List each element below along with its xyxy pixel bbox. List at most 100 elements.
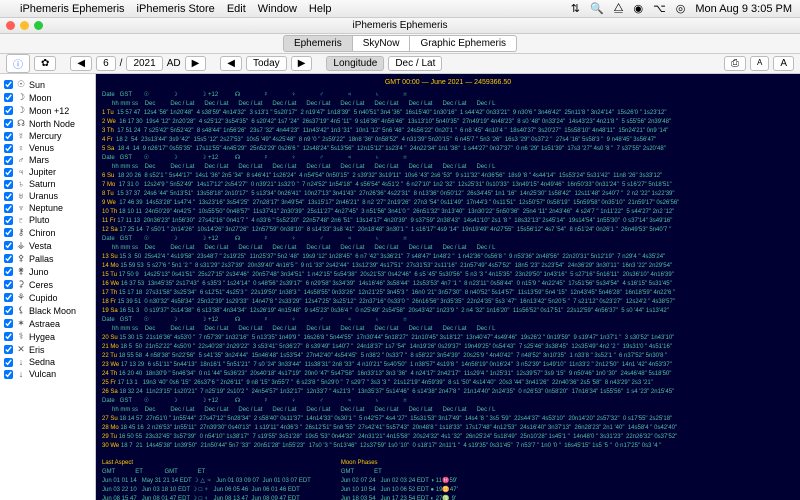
text-larger-button[interactable]: A xyxy=(773,56,794,71)
body-symbol-icon: ♅ xyxy=(16,191,26,201)
tab-graphic-ephemeris[interactable]: Graphic Ephemeris xyxy=(410,35,517,52)
ephemeris-row: 17 Th 15 17 18 27s31'58" 3s25'34" 6 s12'… xyxy=(102,289,794,298)
body-checkbox[interactable] xyxy=(4,132,13,141)
sidebar-item-cupido[interactable]: ⚘Cupido xyxy=(2,291,93,304)
clock[interactable]: Mon Aug 9 3:05 PM xyxy=(695,3,792,15)
sidebar-item-neptune[interactable]: ♆Neptune xyxy=(2,202,93,214)
ephemeris-row: 26 Sa 18 32 24 11n23'15" 1s20'21" 7 n25'… xyxy=(102,388,794,397)
menu-help[interactable]: Help xyxy=(309,3,332,15)
body-checkbox[interactable] xyxy=(4,370,13,379)
ephemeris-row: 24 Th 16 20 40 18n30'9 " 5n46'34" 0 n1 '… xyxy=(102,370,794,379)
body-checkbox[interactable] xyxy=(4,332,13,341)
body-checkbox[interactable] xyxy=(4,280,13,289)
sidebar-item-north-node[interactable]: ☊North Node xyxy=(2,117,93,130)
sidebar-item-ceres[interactable]: ⚳Ceres xyxy=(2,278,93,291)
text-smaller-button[interactable]: A xyxy=(750,56,769,71)
next-month-button[interactable]: ▶ xyxy=(185,56,207,71)
print-button[interactable]: ⎙ xyxy=(724,56,746,71)
sidebar-item-sun[interactable]: ☉Sun xyxy=(2,78,93,91)
body-checkbox[interactable] xyxy=(4,293,13,302)
dropbox-icon[interactable]: ⇅ xyxy=(571,2,580,15)
today-button[interactable]: Today xyxy=(246,56,287,71)
app-menu[interactable]: iPhemeris Ephemeris xyxy=(20,3,125,15)
sidebar-item-venus[interactable]: ♀Venus xyxy=(2,142,93,154)
body-checkbox[interactable] xyxy=(4,192,13,201)
body-checkbox[interactable] xyxy=(4,180,13,189)
sidebar-item-moon-12[interactable]: ☽Moon +12 xyxy=(2,104,93,117)
menu-edit[interactable]: Edit xyxy=(227,3,246,15)
wifi-icon[interactable]: ⧋ xyxy=(614,2,624,15)
control-center-icon[interactable]: ⌥ xyxy=(653,2,666,15)
body-checkbox[interactable] xyxy=(4,80,13,89)
body-checkbox[interactable] xyxy=(4,241,13,250)
moon-phases-section-row: Jun 18 03 54 Jun 17 23 54 EDT ◐ 27♍ 9' xyxy=(341,495,586,500)
spotlight-icon[interactable]: 🔍 xyxy=(590,2,604,15)
moon-phases-section-row: Jun 10 10 54 Jun 10 06 52 EDT ● 19♊47' xyxy=(341,486,586,495)
sidebar-item-jupiter[interactable]: ♃Jupiter xyxy=(2,166,93,178)
body-label: Hygea xyxy=(29,332,55,342)
ephemeris-row: 9 We 17 46 39 14s53'28" 1s47'4 " 13s23'1… xyxy=(102,199,794,208)
mode-longitude[interactable]: Longitude xyxy=(326,56,384,71)
ephemeris-row: 25 Fr 17 13 1 19n3 '40" 0s6 '15" 26s37'6… xyxy=(102,379,794,388)
body-checkbox[interactable] xyxy=(4,156,13,165)
body-checkbox[interactable] xyxy=(4,106,13,115)
body-checkbox[interactable] xyxy=(4,119,13,128)
body-symbol-icon: ⚘ xyxy=(16,292,26,303)
body-checkbox[interactable] xyxy=(4,168,13,177)
body-checkbox[interactable] xyxy=(4,254,13,263)
menu-store[interactable]: iPhemeris Store xyxy=(137,3,215,15)
ephemeris-row: 22 Tu 18 55 58 4 n58'38" 5n22'56" 5 s41'… xyxy=(102,352,794,361)
traffic-lights[interactable] xyxy=(6,21,43,30)
body-checkbox[interactable] xyxy=(4,204,13,213)
body-symbol-icon: ✕ xyxy=(16,344,26,355)
sidebar-item-vesta[interactable]: ⚶Vesta xyxy=(2,239,93,252)
sidebar-item-moon[interactable]: ☽Moon xyxy=(2,91,93,104)
tab-skynow[interactable]: SkyNow xyxy=(353,35,411,52)
sidebar-item-saturn[interactable]: ♄Saturn xyxy=(2,178,93,190)
wifi-signal-icon[interactable]: ◉ xyxy=(633,2,643,15)
siri-icon[interactable]: ◎ xyxy=(676,2,686,15)
sidebar-item-eris[interactable]: ✕Eris xyxy=(2,343,93,356)
body-symbol-icon: ☉ xyxy=(16,79,26,90)
today-prev-button[interactable]: ◀ xyxy=(220,56,242,71)
ephemeris-row: 2 We 16 17 30 19s4 '12" 2n20'28" 4 s25'1… xyxy=(102,118,794,127)
sidebar-item-pluto[interactable]: ♇Pluto xyxy=(2,214,93,226)
sidebar-item-pallas[interactable]: ⚴Pallas xyxy=(2,252,93,265)
body-checkbox[interactable] xyxy=(4,319,13,328)
year-field[interactable]: 2021 xyxy=(126,56,162,71)
body-checkbox[interactable] xyxy=(4,267,13,276)
sidebar-item-mars[interactable]: ♂Mars xyxy=(2,154,93,166)
prev-month-button[interactable]: ◀ xyxy=(70,56,92,71)
minimize-icon[interactable] xyxy=(20,21,29,30)
mode-dec-lat[interactable]: Dec / Lat xyxy=(388,56,442,71)
menu-window[interactable]: Window xyxy=(258,3,297,15)
sidebar-item-uranus[interactable]: ♅Uranus xyxy=(2,190,93,202)
zoom-icon[interactable] xyxy=(34,21,43,30)
sidebar-item-black-moon[interactable]: ⚸Black Moon xyxy=(2,304,93,317)
body-checkbox[interactable] xyxy=(4,358,13,367)
body-checkbox[interactable] xyxy=(4,306,13,315)
ephemeris-row: 20 Su 15 30 15 21s16'36" 4s53'0 " 7 n57'… xyxy=(102,334,794,343)
body-checkbox[interactable] xyxy=(4,216,13,225)
sidebar-item-astraea[interactable]: ✶Astraea xyxy=(2,317,93,330)
sidebar-item-hygea[interactable]: ⚕Hygea xyxy=(2,330,93,343)
ephemeris-row: 16 We 16 37 53 13n45'35" 2s17'43" 6 s35'… xyxy=(102,280,794,289)
sidebar-item-chiron[interactable]: ⚷Chiron xyxy=(2,226,93,239)
moon-phases-section: Moon PhasesGMT ETJun 02 07 24 Jun 02 03 … xyxy=(341,459,586,500)
tab-ephemeris[interactable]: Ephemeris xyxy=(283,35,353,52)
sidebar-item-vulcan[interactable]: ↓Vulcan xyxy=(2,368,93,380)
body-checkbox[interactable] xyxy=(4,93,13,102)
sidebar-item-mercury[interactable]: ☿Mercury xyxy=(2,130,93,142)
settings-button[interactable]: ✿ xyxy=(34,56,56,71)
sidebar-item-sedna[interactable]: ↓Sedna xyxy=(2,356,93,368)
close-icon[interactable] xyxy=(6,21,15,30)
column-symbols: Date GST ☉ ☽ ☽ +12 ☊ ☿ ♀ ♂ ♃ ♄ ♅ xyxy=(102,316,794,325)
body-checkbox[interactable] xyxy=(4,345,13,354)
body-label: Venus xyxy=(29,143,54,153)
body-checkbox[interactable] xyxy=(4,228,13,237)
info-button[interactable]: ⓘ xyxy=(6,54,30,73)
month-field[interactable]: 6 xyxy=(96,56,116,71)
sidebar-item-juno[interactable]: ⚵Juno xyxy=(2,265,93,278)
body-checkbox[interactable] xyxy=(4,144,13,153)
today-next-button[interactable]: ▶ xyxy=(291,56,313,71)
